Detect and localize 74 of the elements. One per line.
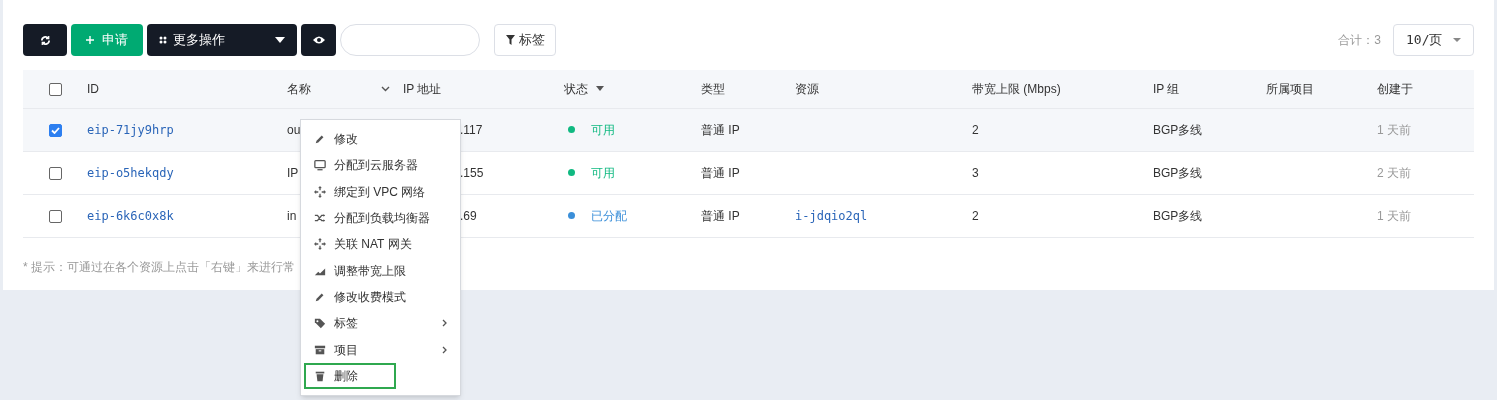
menu-item[interactable]: 调整带宽上限 bbox=[304, 257, 457, 284]
menu-item[interactable]: 关联 NAT 网关 bbox=[304, 231, 457, 258]
checkbox[interactable] bbox=[48, 209, 62, 223]
chevron-down-icon[interactable] bbox=[381, 85, 390, 92]
menu-item[interactable]: 标签 bbox=[304, 310, 457, 337]
eye-icon bbox=[312, 36, 325, 44]
column-header: 所属项目 bbox=[1266, 80, 1314, 98]
table-cell: in bbox=[287, 208, 297, 223]
column-header: ID bbox=[87, 80, 99, 98]
column-header: IP 组 bbox=[1153, 80, 1180, 98]
table-cell: IP bbox=[287, 165, 299, 180]
menu-item[interactable]: 分配到负载均衡器 bbox=[304, 204, 457, 232]
sort-caret-icon[interactable] bbox=[596, 86, 604, 92]
checkbox[interactable] bbox=[48, 166, 62, 180]
column-header: 创建于 bbox=[1377, 80, 1413, 98]
column-header[interactable]: 状态 bbox=[564, 79, 588, 98]
menu-item[interactable]: 绑定到 VPC 网络 bbox=[304, 178, 457, 205]
id-link[interactable]: eip-o5hekqdy bbox=[87, 165, 174, 180]
column-header: 类型 bbox=[701, 80, 725, 98]
id-link[interactable]: eip-71jy9hrp bbox=[87, 122, 174, 137]
column-header[interactable]: 名称 bbox=[287, 79, 311, 98]
column-header: 资源 bbox=[795, 80, 819, 98]
shuffle-icon bbox=[314, 212, 326, 225]
table-cell: .69 bbox=[460, 208, 477, 223]
id-link[interactable]: eip-6k6c0x8k bbox=[87, 208, 174, 223]
trash-icon bbox=[314, 369, 326, 382]
more-actions-dropdown[interactable]: 更多操作 bbox=[147, 24, 297, 56]
refresh-button[interactable] bbox=[23, 24, 67, 56]
table-cell: 2 bbox=[972, 208, 979, 223]
visibility-button[interactable] bbox=[301, 24, 336, 56]
search-field[interactable] bbox=[340, 24, 480, 56]
archive-icon bbox=[314, 343, 326, 356]
menu-item[interactable]: 删除 bbox=[304, 362, 396, 389]
tag-icon bbox=[314, 317, 326, 330]
resource-link[interactable]: i-jdqio2ql bbox=[795, 208, 868, 223]
filter-icon bbox=[505, 35, 515, 45]
table-cell: ou bbox=[287, 122, 301, 137]
table-cell: 1 天前 bbox=[1377, 122, 1411, 137]
menu-item[interactable]: 分配到云服务器 bbox=[304, 152, 457, 179]
table-cell: 普通 IP bbox=[701, 122, 740, 137]
table-cell: 2 天前 bbox=[1377, 165, 1411, 180]
column-header: IP 地址 bbox=[403, 80, 442, 98]
caret-icon bbox=[1453, 38, 1461, 42]
pencil-icon bbox=[314, 133, 326, 146]
table-cell: BGP多线 bbox=[1153, 208, 1203, 223]
tag-filter-button[interactable]: 标签 bbox=[494, 24, 556, 56]
table-cell: .155 bbox=[460, 165, 484, 180]
hint-text: * 提示：可通过在各个资源上点击「右键」来进行常 bbox=[23, 259, 295, 274]
checkbox[interactable] bbox=[48, 123, 62, 137]
table-cell: 普通 IP bbox=[701, 165, 740, 180]
menu-item[interactable]: 修改收费模式 bbox=[304, 283, 457, 311]
table-cell: 普通 IP bbox=[701, 208, 740, 223]
move-arrows-icon bbox=[314, 238, 326, 251]
table-cell: 3 bbox=[972, 165, 979, 180]
page-size-dropdown[interactable]: 10/页 bbox=[1393, 24, 1474, 56]
total-count: 合计：3 bbox=[1338, 32, 1381, 49]
table-cell: 2 bbox=[972, 122, 979, 137]
column-header: 带宽上限 (Mbps) bbox=[972, 80, 1061, 98]
grid-icon bbox=[159, 36, 167, 44]
menu-item[interactable]: 项目 bbox=[304, 336, 457, 363]
table-cell: 1 天前 bbox=[1377, 208, 1411, 223]
status-text: 可用 bbox=[591, 121, 615, 139]
monitor-icon bbox=[314, 159, 326, 172]
checkbox[interactable] bbox=[48, 83, 62, 97]
table-cell: BGP多线 bbox=[1153, 165, 1203, 180]
status-text: 可用 bbox=[591, 164, 615, 182]
menu-item[interactable]: 修改 bbox=[304, 126, 457, 153]
plus-icon bbox=[86, 36, 94, 44]
caret-icon bbox=[275, 37, 285, 43]
status-text: 已分配 bbox=[591, 207, 627, 225]
table-cell: BGP多线 bbox=[1153, 122, 1203, 137]
move-arrows-icon bbox=[314, 185, 326, 198]
refresh-icon bbox=[39, 34, 51, 46]
table-cell: .117 bbox=[460, 122, 483, 137]
